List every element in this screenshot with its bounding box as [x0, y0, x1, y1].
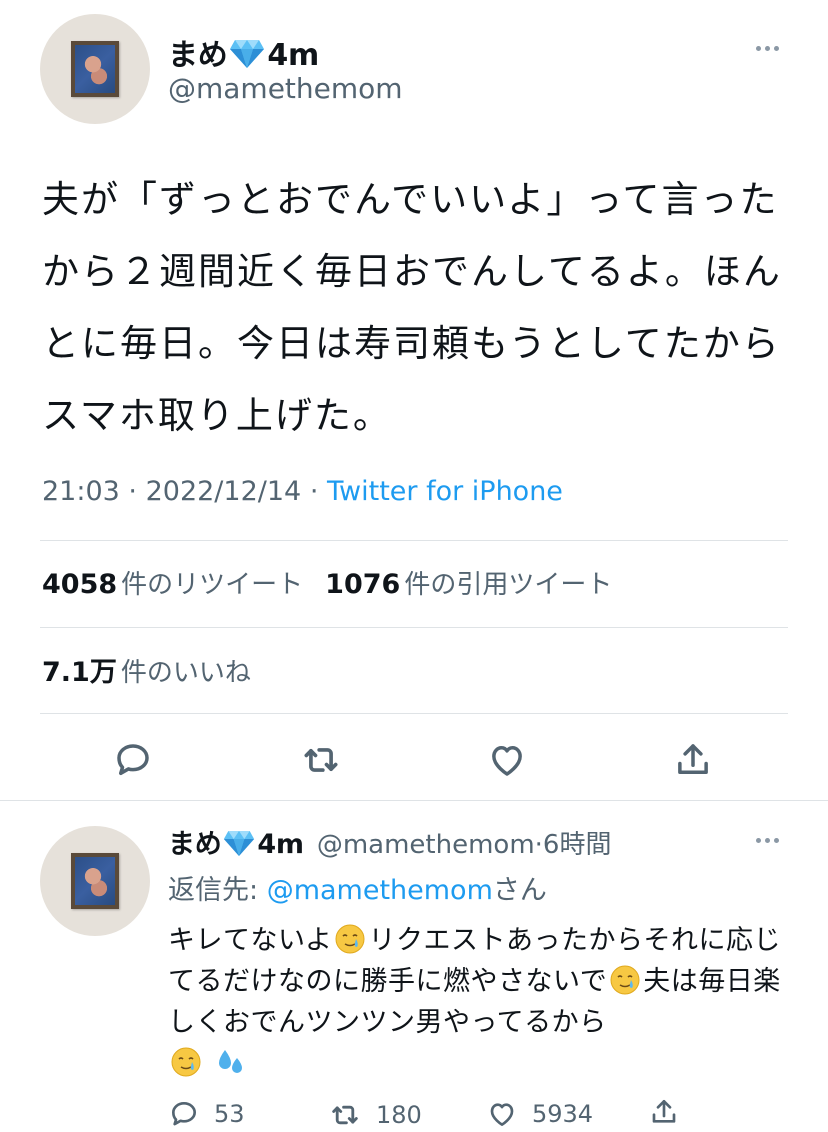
- author-name[interactable]: まめ: [168, 38, 228, 73]
- meta-separator: ·: [534, 830, 543, 860]
- diamond-emoji: [230, 40, 265, 68]
- tweet-date: 2022/12/14: [145, 476, 302, 507]
- avatar[interactable]: [40, 14, 150, 124]
- replying-to: 返信先: @mamethemomさん: [168, 875, 547, 906]
- divider: [40, 713, 788, 714]
- author-handle[interactable]: @mamethemom: [168, 72, 403, 105]
- reply-count: 53: [214, 1100, 245, 1128]
- avatar-painting: [71, 41, 119, 97]
- tweet-text: 夫が「ずっとおでんでいいよ」って言ったから２週間近く毎日おでんしてるよ。ほんとに…: [42, 178, 782, 437]
- reply-icon: [117, 744, 149, 776]
- tweet-meta: 21:03 · 2022/12/14 · Twitter for iPhone: [42, 476, 563, 507]
- divider: [40, 540, 788, 541]
- reply-like-button[interactable]: 5934: [486, 1098, 593, 1130]
- retweets-stat[interactable]: 4058 件のリツイート: [42, 569, 325, 600]
- tear-smile-emoji: [335, 924, 365, 954]
- share-button[interactable]: [670, 737, 716, 783]
- meta-separator: ·: [128, 476, 137, 507]
- reply-button[interactable]: [110, 737, 156, 783]
- reply-to-mention[interactable]: @mamethemom: [267, 875, 493, 906]
- reply-share-button[interactable]: [648, 1096, 680, 1128]
- reply-author-name[interactable]: まめ: [168, 829, 222, 860]
- author-line: まめ 4m: [168, 30, 319, 74]
- reply-icon: [172, 1102, 196, 1126]
- tweet-separator: [0, 800, 828, 801]
- reply-avatar[interactable]: [40, 826, 150, 936]
- retweet-icon: [304, 748, 338, 772]
- quotes-stat[interactable]: 1076 件の引用ツイート: [325, 569, 634, 600]
- more-icon[interactable]: [756, 46, 779, 51]
- reply-time: 6時間: [542, 830, 612, 860]
- likes-stat[interactable]: 7.1万 件のいいね: [42, 650, 273, 689]
- diamond-emoji: [224, 831, 255, 856]
- retweet-quote-stats: 4058 件のリツイート 1076 件の引用ツイート: [42, 564, 634, 601]
- retweet-count: 180: [376, 1101, 422, 1129]
- reply-reply-button[interactable]: 53: [168, 1098, 245, 1130]
- reply-text: キレてないよ リクエストあったからそれに応じてるだけなのに勝手に燃やさないで 夫…: [168, 920, 788, 1084]
- tear-smile-emoji: [171, 1047, 201, 1077]
- tweet-source-link[interactable]: Twitter for iPhone: [327, 476, 563, 507]
- author-suffix: 4m: [267, 38, 319, 73]
- reply-author-suffix: 4m: [257, 829, 304, 860]
- avatar-painting: [71, 853, 119, 909]
- like-icon: [492, 746, 522, 776]
- reply-retweet-button[interactable]: 180: [328, 1098, 422, 1132]
- reply-author-handle[interactable]: @mamethemom: [317, 830, 535, 860]
- tear-smile-emoji: [610, 965, 640, 995]
- share-icon: [652, 1100, 676, 1123]
- like-icon: [490, 1103, 514, 1126]
- like-count: 5934: [532, 1100, 594, 1128]
- tweet-time: 21:03: [42, 476, 120, 507]
- reply-author-line: まめ 4m @mamethemom·6時間: [168, 822, 611, 861]
- retweet-icon: [332, 1105, 358, 1125]
- retweet-button[interactable]: [298, 737, 344, 783]
- like-button[interactable]: [484, 737, 530, 783]
- sweat-drops-emoji: [219, 1050, 243, 1073]
- divider: [40, 627, 788, 628]
- share-icon: [678, 744, 708, 774]
- meta-separator: ·: [309, 476, 319, 507]
- reply-more-icon[interactable]: [756, 838, 779, 843]
